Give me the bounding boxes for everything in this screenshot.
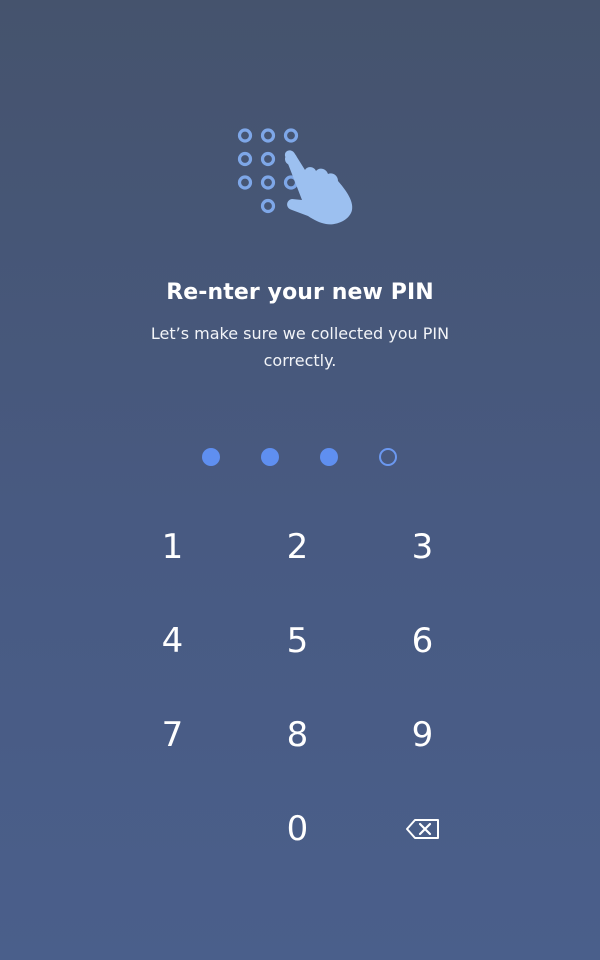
keypad-tap-icon [228, 120, 368, 235]
pin-indicator [0, 447, 600, 467]
key-8-label: 8 [286, 715, 309, 755]
pin-dot-1-filled [202, 448, 220, 466]
key-7[interactable]: 7 [110, 688, 235, 782]
key-2[interactable]: 2 [235, 500, 360, 594]
key-2-label: 2 [286, 527, 309, 567]
key-9-label: 9 [411, 715, 434, 755]
pin-confirm-screen: Re-nter your new PIN Let’s make sure we … [0, 0, 600, 960]
key-3-label: 3 [411, 527, 434, 567]
pin-dot-3-filled [320, 448, 338, 466]
backspace-icon [405, 818, 441, 840]
key-1[interactable]: 1 [110, 500, 235, 594]
key-3[interactable]: 3 [360, 500, 485, 594]
key-5[interactable]: 5 [235, 594, 360, 688]
key-0-label: 0 [286, 809, 309, 849]
backspace-button[interactable] [360, 782, 485, 876]
pin-dot-4-empty [379, 448, 397, 466]
key-7-label: 7 [161, 715, 184, 755]
page-title: Re-nter your new PIN [166, 280, 434, 305]
numeric-keypad: 1 2 3 4 5 6 7 8 9 0 [110, 500, 485, 876]
key-5-label: 5 [286, 621, 309, 661]
key-0[interactable]: 0 [235, 782, 360, 876]
key-4-label: 4 [161, 621, 184, 661]
key-8[interactable]: 8 [235, 688, 360, 782]
key-6[interactable]: 6 [360, 594, 485, 688]
key-9[interactable]: 9 [360, 688, 485, 782]
page-subtitle: Let’s make sure we collected you PIN cor… [150, 324, 450, 370]
key-4[interactable]: 4 [110, 594, 235, 688]
key-1-label: 1 [161, 527, 184, 567]
pin-dot-2-filled [261, 448, 279, 466]
key-6-label: 6 [411, 621, 434, 661]
